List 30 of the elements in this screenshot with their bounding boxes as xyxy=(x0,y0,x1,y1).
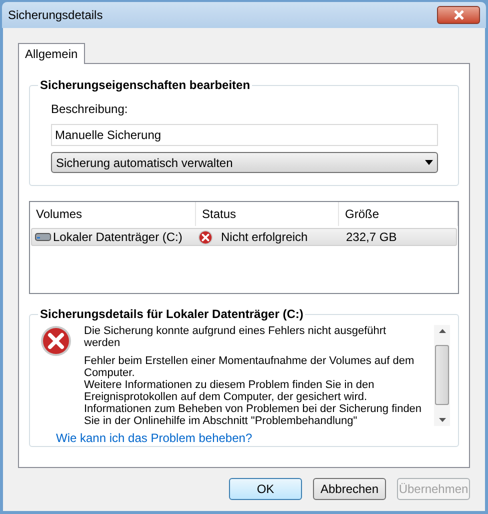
scrollbar[interactable] xyxy=(434,325,450,426)
table-row[interactable]: Lokaler Datenträger (C:) Nicht erfolgreich 232,7 GB xyxy=(31,228,457,246)
column-header[interactable]: Größe xyxy=(339,202,458,226)
error-message: Fehler beim Erstellen einer Momentaufnahme der Volumes auf dem Computer. xyxy=(84,355,416,379)
window-title: Sicherungsdetails xyxy=(8,7,103,24)
close-button[interactable] xyxy=(437,6,480,24)
dropdown-arrow-icon xyxy=(425,160,433,165)
tab[interactable]: Allgemein xyxy=(18,43,85,64)
error-icon xyxy=(40,325,72,357)
help-link[interactable]: Wie kann ich das Problem beheben? xyxy=(56,429,252,447)
scroll-up-icon[interactable] xyxy=(438,329,446,333)
column-header[interactable]: Volumes xyxy=(30,202,196,226)
error-title: Die Sicherung konnte aufgrund eines Fehlers nicht ausgeführt werden xyxy=(84,325,388,349)
dialog-button[interactable]: OK xyxy=(229,478,302,500)
table-cell-text: Lokaler Datenträger (C:) xyxy=(53,229,182,246)
table-cell-text: 232,7 GB xyxy=(345,229,397,246)
error-message: Weitere Informationen zu diesem Problem finden Sie in den Ereignisprotokollen auf dem Computer, der gesichert wird. xyxy=(84,379,376,403)
drive-icon xyxy=(35,233,51,241)
scroll-down-icon[interactable] xyxy=(438,418,446,422)
management-dropdown[interactable]: Sicherung automatisch verwalten xyxy=(51,152,438,173)
error-message: Informationen zum Beheben von Problemen bei der Sicherung finden Sie in der Onlinehilfe im Abschnitt "Problembehandlung" xyxy=(84,403,422,427)
error-icon xyxy=(198,230,213,244)
dialog-button[interactable]: Abbrechen xyxy=(313,478,386,500)
close-icon xyxy=(452,10,464,20)
column-header[interactable]: Status xyxy=(196,202,339,226)
description-field[interactable]: Manuelle Sicherung xyxy=(51,124,438,146)
description-label: Beschreibung: xyxy=(51,101,129,118)
table-cell-text: Nicht erfolgreich xyxy=(221,229,308,246)
group-title: Sicherungseigenschaften bearbeiten xyxy=(39,77,252,94)
group-title: Sicherungsdetails für Lokaler Datenträger (C:) xyxy=(39,306,304,323)
